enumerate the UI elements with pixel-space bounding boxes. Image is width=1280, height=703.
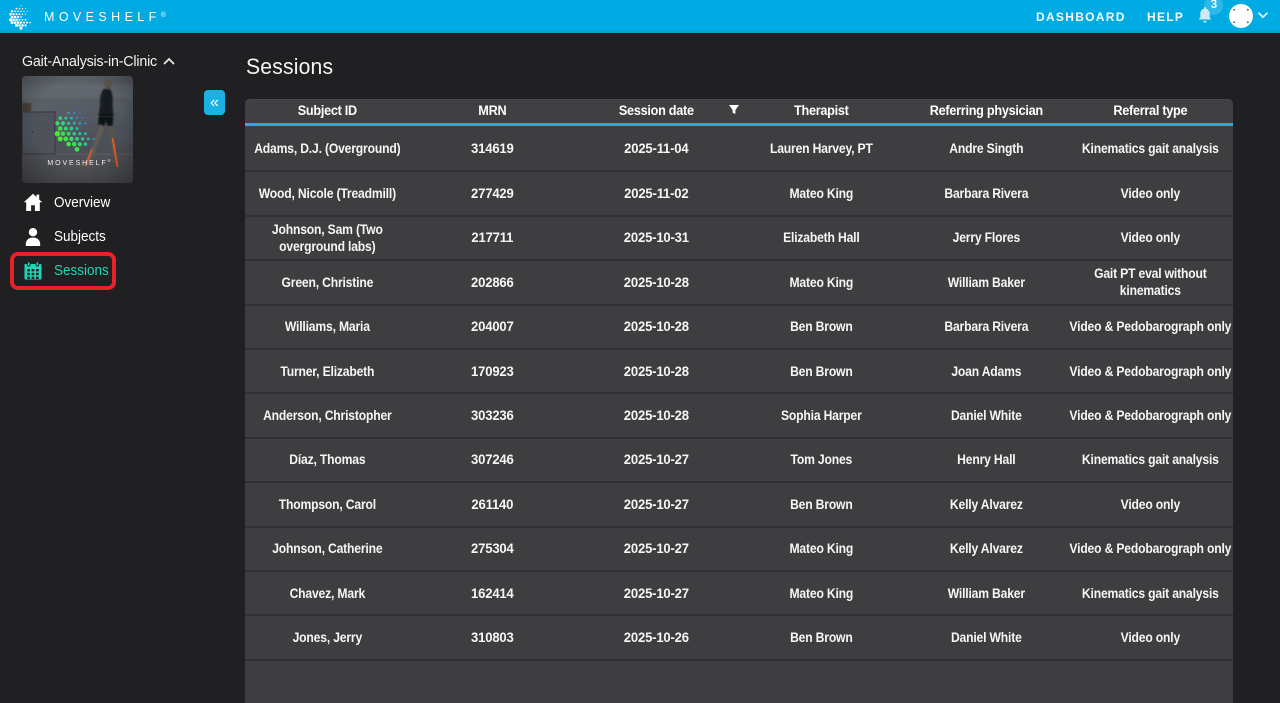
svg-text:MOVESHELF®: MOVESHELF® <box>47 158 110 167</box>
